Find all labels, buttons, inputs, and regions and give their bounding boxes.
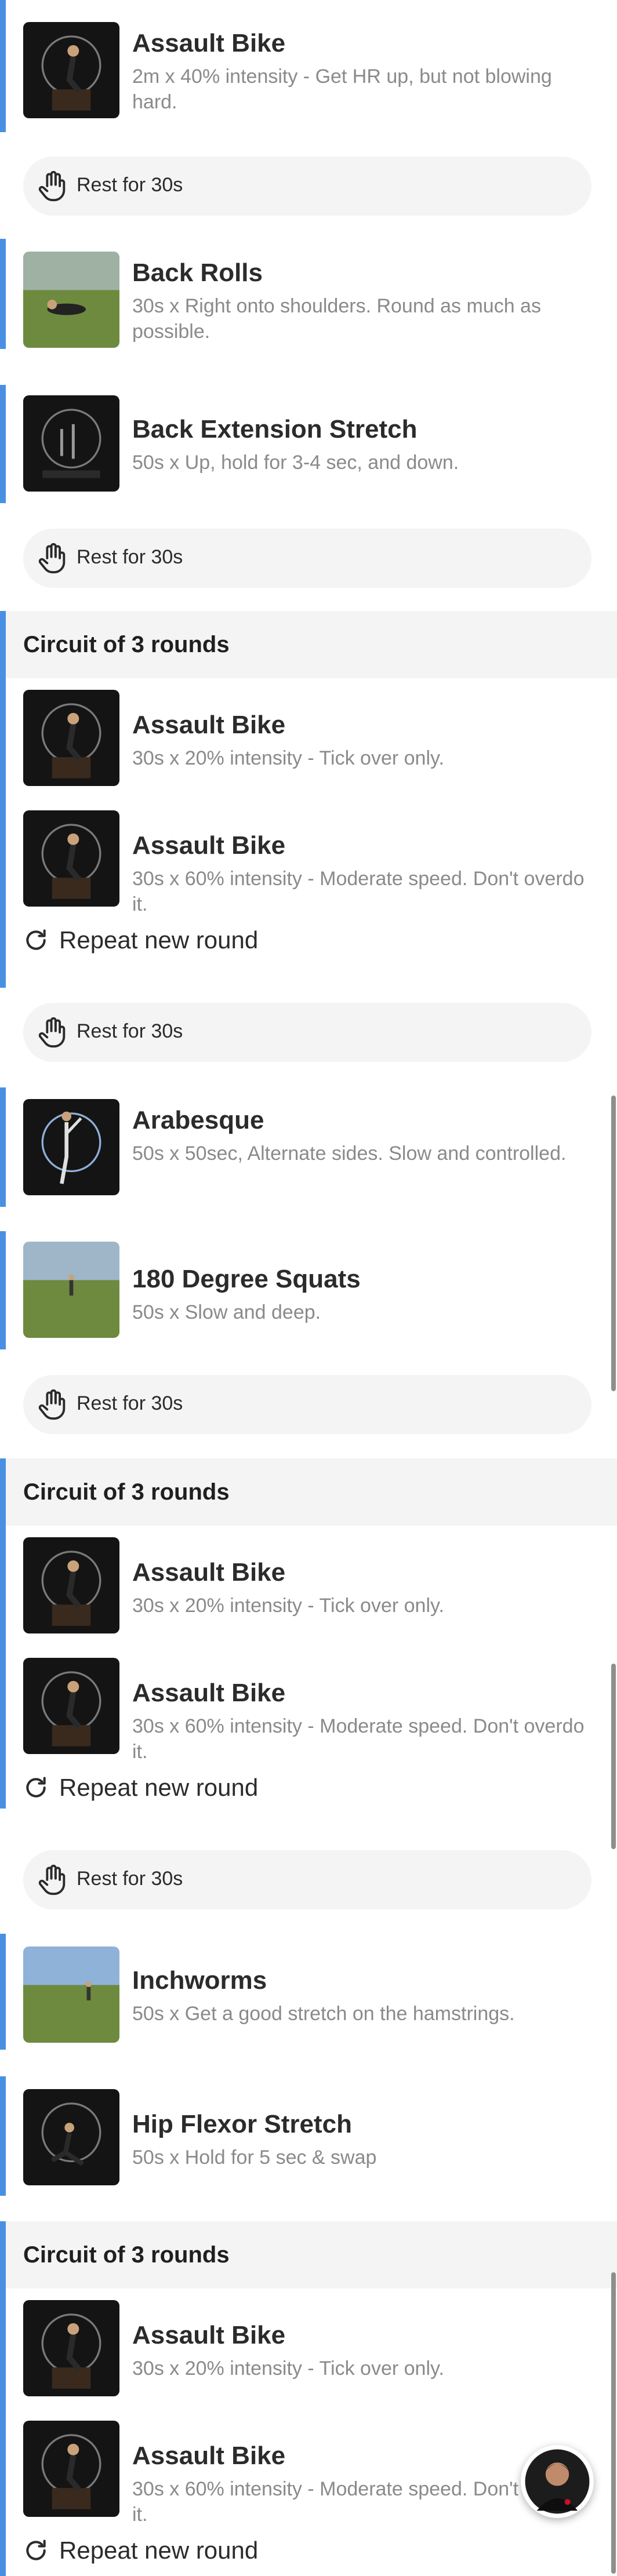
exercise-title: Assault Bike <box>132 29 286 57</box>
exercise-title: Assault Bike <box>132 2442 286 2470</box>
rest-label: Rest for 30s <box>77 546 183 568</box>
exercise-title: Assault Bike <box>132 831 286 860</box>
exercise-thumbnail <box>23 1242 119 1338</box>
exercise-description: 50s x Up, hold for 3-4 sec, and down. <box>132 452 459 474</box>
circuit-header: Circuit of 3 rounds <box>0 611 617 678</box>
rest-label: Rest for 30s <box>77 1020 183 1042</box>
exercise-thumbnail <box>23 1099 119 1195</box>
repeat-round-label: Repeat new round <box>59 1774 259 1801</box>
exercise-description: 50s x 50sec, Alternate sides. Slow and c… <box>132 1143 567 1165</box>
exercise-title: Back Extension Stretch <box>132 415 418 443</box>
hand-icon <box>38 1864 66 1895</box>
exercise-thumbnail <box>23 2300 119 2396</box>
exercise-accent-bar <box>0 1231 6 1349</box>
circuit-title: Circuit of 3 rounds <box>23 632 230 657</box>
rest-block: Rest for 30s <box>23 1003 591 1062</box>
exercise-accent-bar <box>0 1087 6 1207</box>
exercise-row[interactable]: Assault Bike 30s x 20% intensity - Tick … <box>0 1535 617 1637</box>
repeat-round-label: Repeat new round <box>59 2537 259 2564</box>
exercise-thumbnail <box>23 1946 119 2043</box>
exercise-title: Assault Bike <box>132 1679 286 1707</box>
exercise-accent-bar <box>0 2076 6 2196</box>
exercise-row[interactable]: Assault Bike 30s x 60% intensity - Moder… <box>0 808 617 915</box>
repeat-round-label: Repeat new round <box>59 926 259 954</box>
exercise-accent-bar <box>0 385 6 503</box>
rest-label: Rest for 30s <box>77 174 183 196</box>
circuit-header: Circuit of 3 rounds <box>0 1458 617 1526</box>
exercise-thumbnail <box>23 1658 119 1754</box>
exercise-description: 30s x 20% intensity - Tick over only. <box>132 747 444 769</box>
rest-block: Rest for 30s <box>23 157 591 216</box>
hand-icon <box>38 1017 66 1048</box>
circuit-header: Circuit of 3 rounds <box>0 2221 617 2288</box>
exercise-row[interactable]: Assault Bike 30s x 20% intensity - Tick … <box>0 2298 617 2400</box>
exercise-thumbnail <box>23 395 119 492</box>
exercise-row[interactable]: Arabesque 50s x 50sec, Alternate sides. … <box>0 1087 617 1207</box>
exercise-thumbnail <box>23 810 119 907</box>
exercise-description: 50s x Get a good stretch on the hamstrin… <box>132 2003 515 2025</box>
exercise-description: 30s x 20% intensity - Tick over only. <box>132 1595 444 1617</box>
hand-icon <box>38 543 66 574</box>
rest-block: Rest for 30s <box>23 1850 591 1909</box>
exercise-row[interactable]: Assault Bike 2m x 40% intensity - Get HR… <box>0 0 617 132</box>
scrollbar-thumb[interactable] <box>611 1096 616 1391</box>
exercise-description: 50s x Slow and deep. <box>132 1301 321 1323</box>
exercise-thumbnail <box>23 2421 119 2517</box>
exercise-thumbnail <box>23 2089 119 2185</box>
rest-block: Rest for 30s <box>23 529 591 588</box>
exercise-description: 30s x 20% intensity - Tick over only. <box>132 2357 444 2379</box>
exercise-title: 180 Degree Squats <box>132 1265 361 1293</box>
circuit-title: Circuit of 3 rounds <box>23 2242 230 2268</box>
hand-icon <box>38 170 66 202</box>
exercise-row[interactable]: Back Rolls 30s x Right onto shoulders. R… <box>0 239 617 349</box>
exercise-row[interactable]: Assault Bike 30s x 60% intensity - Moder… <box>0 1656 617 1763</box>
exercise-thumbnail <box>23 252 119 348</box>
exercise-title: Inchworms <box>132 1966 267 1995</box>
refresh-icon <box>26 1777 46 1798</box>
exercise-title: Arabesque <box>132 1106 264 1134</box>
exercise-row[interactable]: Back Extension Stretch 50s x Up, hold fo… <box>0 385 617 503</box>
circuit-title: Circuit of 3 rounds <box>23 1479 230 1505</box>
coach-avatar[interactable] <box>521 2445 594 2518</box>
exercise-row[interactable]: 180 Degree Squats 50s x Slow and deep. <box>0 1231 617 1349</box>
exercise-accent-bar <box>0 1934 6 2050</box>
rest-label: Rest for 30s <box>77 1392 183 1414</box>
exercise-description: 30s x 60% intensity - Moderate speed. Do… <box>132 1715 585 1763</box>
exercise-description: 30s x 60% intensity - Moderate speed. Do… <box>132 868 585 915</box>
exercise-title: Hip Flexor Stretch <box>132 2110 352 2138</box>
exercise-title: Back Rolls <box>132 259 263 287</box>
scrollbar-thumb[interactable] <box>611 2272 616 2574</box>
exercise-description: 2m x 40% intensity - Get HR up, but not … <box>132 66 552 113</box>
exercise-row[interactable]: Assault Bike 30s x 20% intensity - Tick … <box>0 687 617 789</box>
exercise-thumbnail <box>23 1537 119 1633</box>
scrollbar-thumb[interactable] <box>611 1664 616 1849</box>
hand-icon <box>38 1389 66 1420</box>
exercise-accent-bar <box>0 0 6 132</box>
circuit-accent-bar <box>0 611 6 988</box>
exercise-description: 50s x Hold for 5 sec & swap <box>132 2146 377 2169</box>
rest-block: Rest for 30s <box>23 1375 591 1434</box>
exercise-description: 30s x 60% intensity - Moderate speed. Do… <box>132 2478 585 2526</box>
rest-label: Rest for 30s <box>77 1868 183 1890</box>
exercise-accent-bar <box>0 239 6 349</box>
exercise-title: Assault Bike <box>132 2321 286 2349</box>
exercise-description: 30s x Right onto shoulders. Round as muc… <box>132 295 541 343</box>
exercise-row[interactable]: Inchworms 50s x Get a good stretch on th… <box>0 1934 617 2050</box>
exercise-thumbnail <box>23 690 119 786</box>
exercise-title: Assault Bike <box>132 711 286 739</box>
refresh-icon <box>26 2539 46 2560</box>
exercise-row[interactable]: Hip Flexor Stretch 50s x Hold for 5 sec … <box>0 2076 617 2196</box>
exercise-title: Assault Bike <box>132 1558 286 1587</box>
refresh-icon <box>26 929 46 950</box>
exercise-thumbnail <box>23 22 119 118</box>
